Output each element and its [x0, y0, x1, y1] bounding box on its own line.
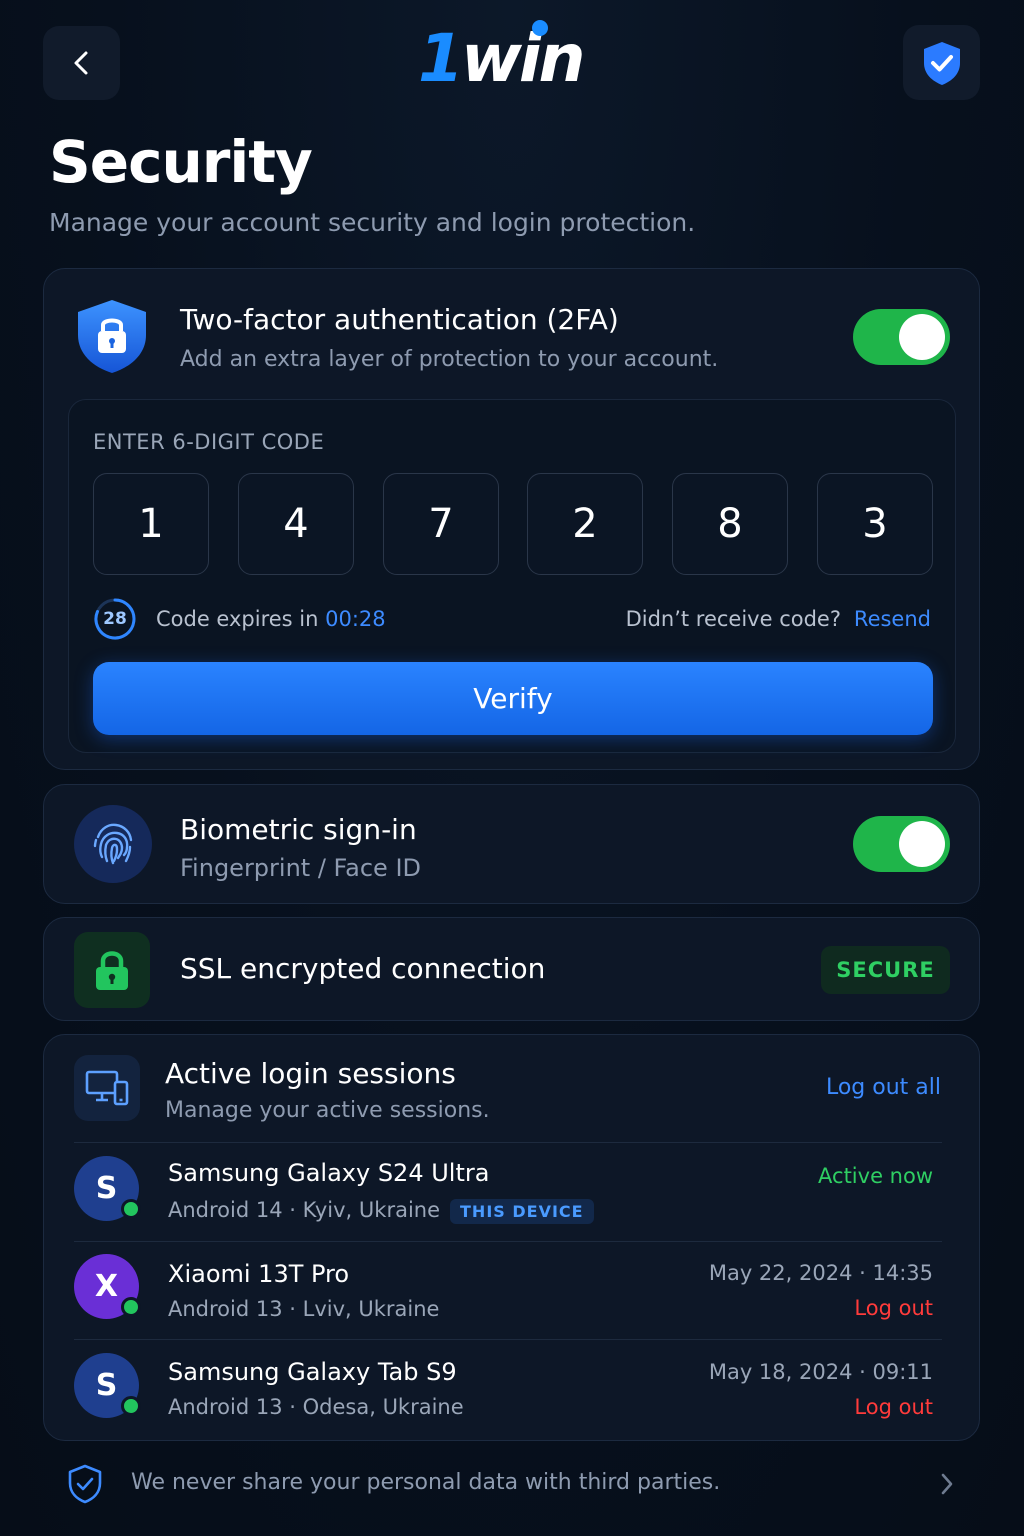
chevron-left-icon	[74, 51, 87, 75]
online-indicator	[121, 1297, 141, 1317]
devices-icon	[74, 1055, 140, 1121]
session-last-active: May 22, 2024 · 14:35	[708, 1261, 933, 1285]
biometric-card: Biometric sign-in Fingerprint / Face ID	[43, 784, 980, 904]
biometric-toggle[interactable]	[853, 816, 950, 872]
verify-button[interactable]: Verify	[93, 662, 933, 735]
avatar: X	[74, 1254, 141, 1319]
code-digit-1[interactable]: 1	[93, 473, 209, 575]
chevron-right-icon	[941, 1473, 953, 1495]
timer-seconds: 28	[103, 609, 127, 629]
code-digit-2[interactable]: 4	[238, 473, 354, 575]
security-status-button[interactable]	[903, 25, 980, 100]
code-digit-5[interactable]: 8	[672, 473, 788, 575]
two-factor-subtitle: Add an extra layer of protection to your…	[180, 347, 719, 372]
sessions-card: Active login sessions Manage your active…	[43, 1034, 980, 1441]
code-digit-3[interactable]: 7	[383, 473, 499, 575]
code-expires-text: Code expires in 00:28	[156, 607, 386, 631]
privacy-text: We never share your personal data with t…	[131, 1470, 721, 1495]
sessions-subtitle: Manage your active sessions.	[165, 1098, 490, 1123]
page-title: Security	[49, 128, 313, 196]
toggle-knob	[899, 821, 945, 867]
toggle-knob	[899, 314, 945, 360]
privacy-footer[interactable]: We never share your personal data with t…	[0, 1450, 1024, 1520]
sessions-title: Active login sessions	[165, 1057, 456, 1090]
code-entry-panel: ENTER 6-DIGIT CODE 1 4 7 2 8 3 28 Code e…	[68, 399, 956, 753]
session-device-name: Xiaomi 13T Pro	[168, 1260, 350, 1288]
fingerprint-icon	[74, 805, 152, 883]
secure-badge: SECURE	[821, 946, 950, 994]
code-digit-6[interactable]: 3	[817, 473, 933, 575]
two-factor-toggle[interactable]	[853, 309, 950, 365]
session-meta: Android 13 · Lviv, Ukraine	[168, 1297, 440, 1321]
session-device-name: Samsung Galaxy S24 Ultra	[168, 1159, 490, 1187]
session-row: X Xiaomi 13T Pro Android 13 · Lviv, Ukra…	[44, 1242, 981, 1340]
session-meta: Android 14 · Kyiv, Ukraine THIS DEVICE	[168, 1198, 594, 1224]
session-row: S Samsung Galaxy Tab S9 Android 13 · Ode…	[44, 1340, 981, 1438]
didnt-receive-text: Didn’t receive code?	[625, 607, 841, 631]
session-device-name: Samsung Galaxy Tab S9	[168, 1358, 457, 1386]
this-device-badge: THIS DEVICE	[450, 1198, 594, 1224]
avatar: S	[74, 1156, 141, 1221]
session-row: S Samsung Galaxy S24 Ultra Android 14 · …	[44, 1143, 981, 1241]
session-status: Active now	[818, 1164, 933, 1188]
session-logout-button[interactable]: Log out	[854, 1395, 933, 1419]
padlock-icon	[74, 932, 150, 1008]
two-factor-card: Two-factor authentication (2FA) Add an e…	[43, 268, 980, 770]
shield-check-icon	[68, 1464, 102, 1504]
online-indicator	[121, 1396, 141, 1416]
avatar: S	[74, 1353, 141, 1418]
session-last-active: May 18, 2024 · 09:11	[708, 1360, 933, 1384]
app-logo: 1 win	[418, 20, 586, 97]
online-indicator	[121, 1199, 141, 1219]
back-button[interactable]	[43, 26, 120, 100]
ssl-card: SSL encrypted connection SECURE	[43, 917, 980, 1021]
logout-all-button[interactable]: Log out all	[826, 1075, 941, 1100]
ssl-title: SSL encrypted connection	[180, 952, 546, 985]
page-subtitle: Manage your account security and login p…	[49, 208, 696, 237]
code-digit-4[interactable]: 2	[527, 473, 643, 575]
biometric-subtitle: Fingerprint / Face ID	[180, 854, 421, 882]
session-logout-button[interactable]: Log out	[854, 1296, 933, 1320]
top-bar: 1 win	[0, 0, 1024, 120]
session-meta: Android 13 · Odesa, Ukraine	[168, 1395, 464, 1419]
logo-dot	[532, 20, 548, 36]
biometric-title: Biometric sign-in	[180, 813, 417, 846]
two-factor-title: Two-factor authentication (2FA)	[180, 303, 619, 336]
resend-link[interactable]: Resend	[854, 607, 931, 631]
code-label: ENTER 6-DIGIT CODE	[93, 430, 325, 454]
lock-icon	[74, 297, 150, 375]
expires-time: 00:28	[325, 607, 386, 631]
shield-check-icon	[923, 41, 960, 85]
